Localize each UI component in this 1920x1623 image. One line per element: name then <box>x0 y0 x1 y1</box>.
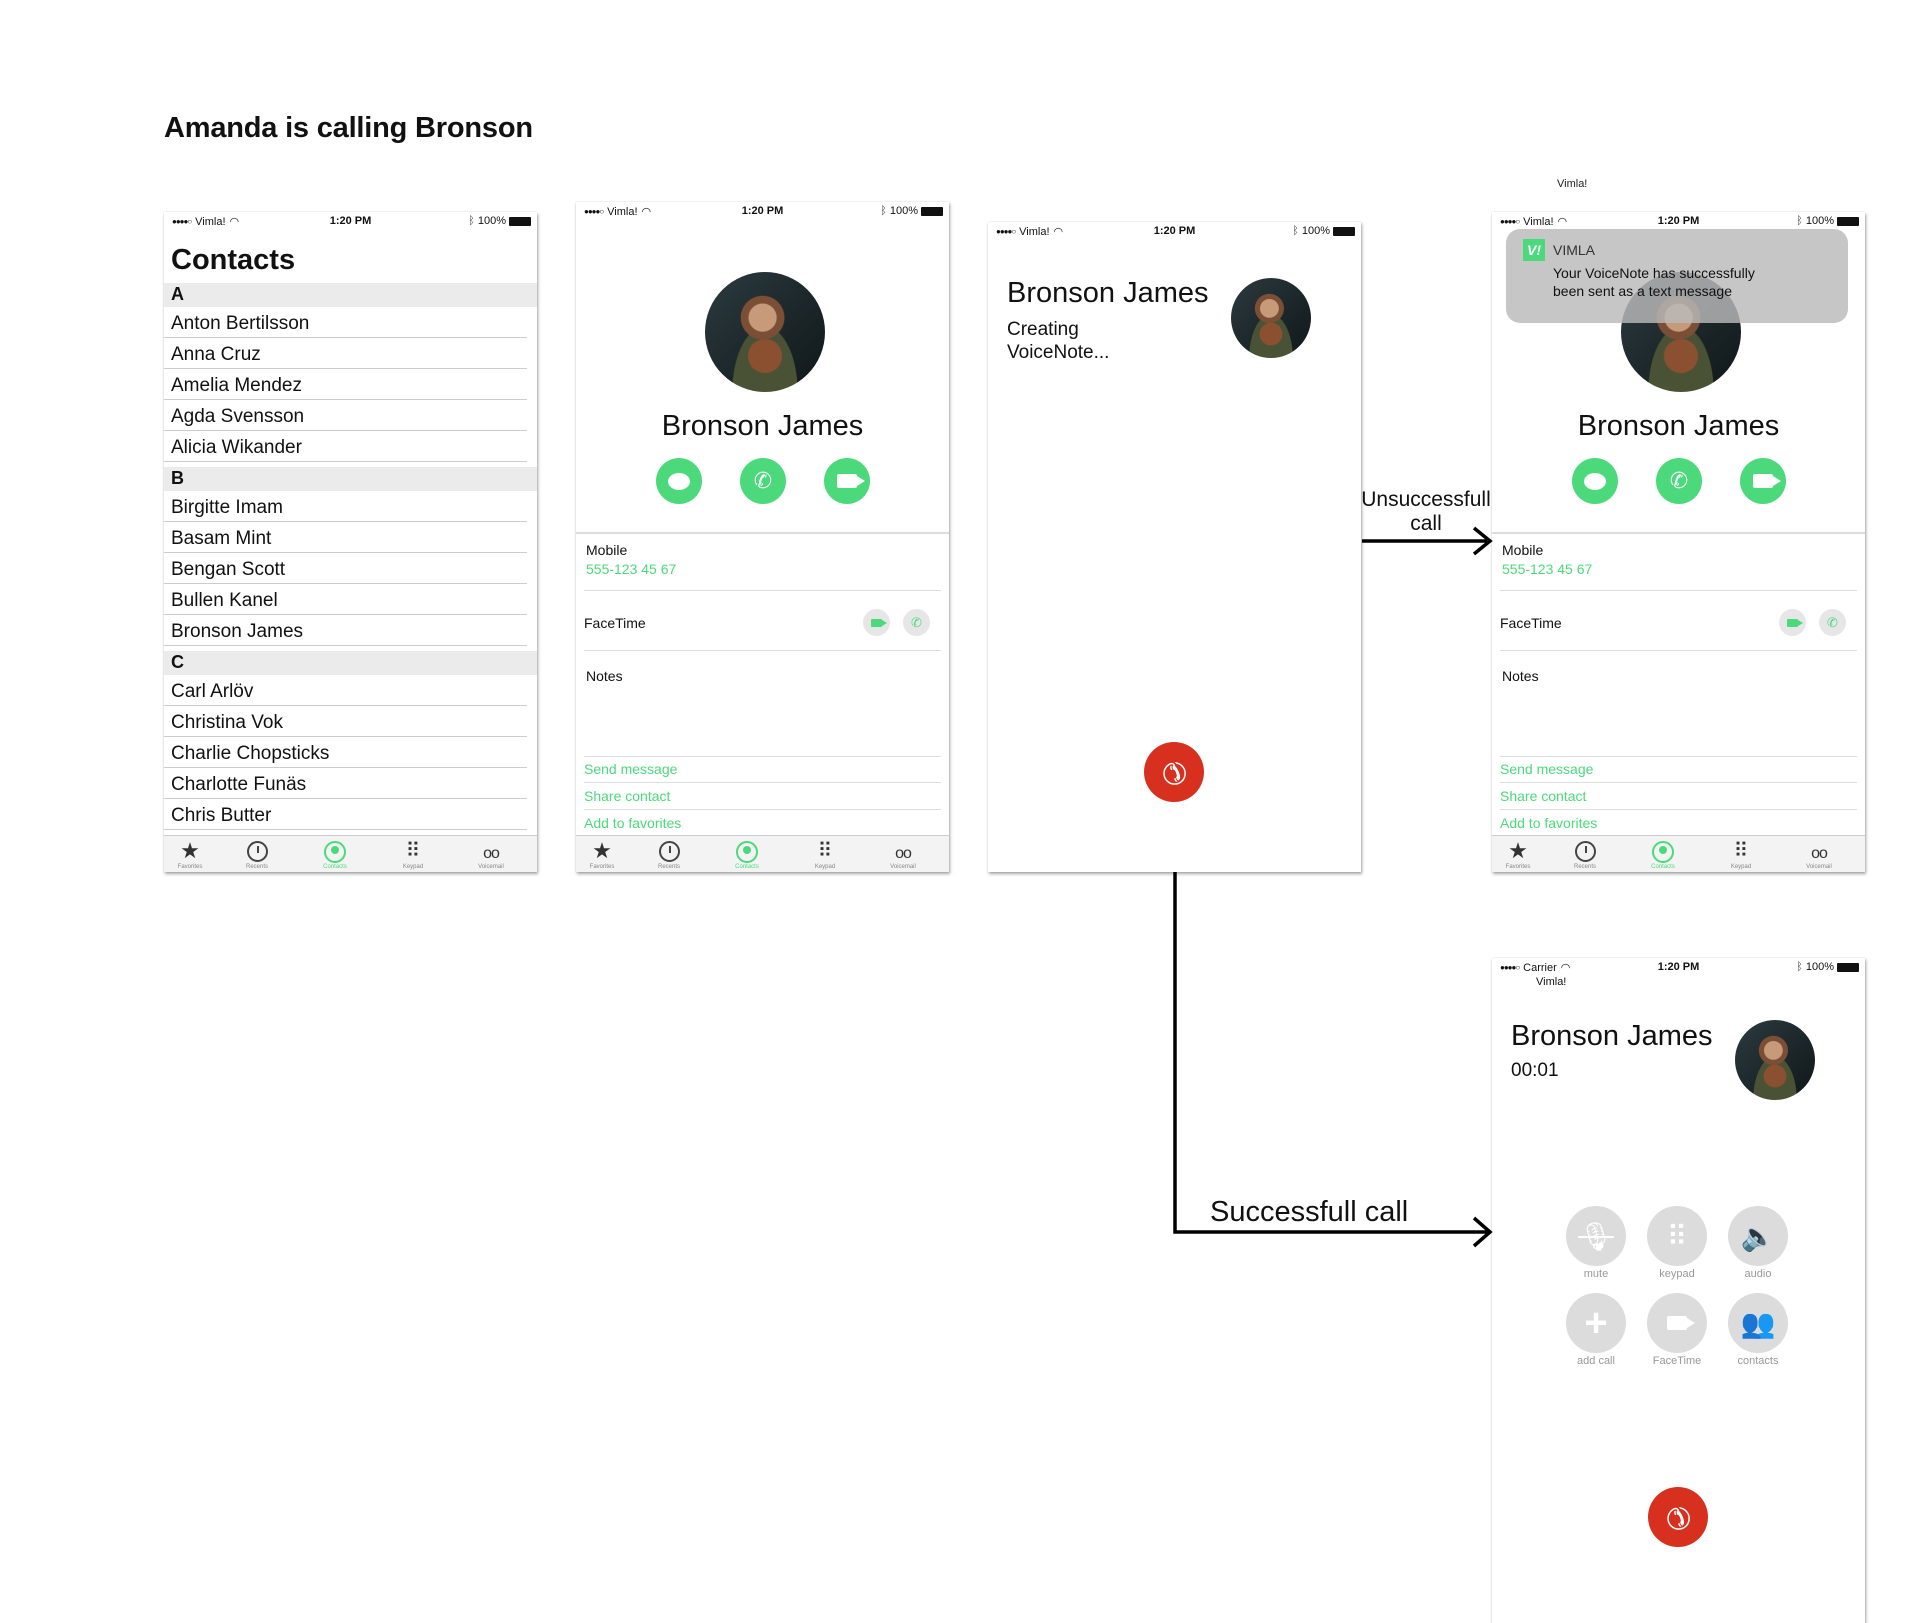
notification-app: VIMLA <box>1553 242 1596 258</box>
flow-canvas: Amanda is calling Bronson Vimla! ●●●●○ Vi… <box>0 0 1920 1623</box>
successful-arrow-line <box>1173 872 1490 1234</box>
vimla-logo: V! <box>1523 239 1545 261</box>
unsuccessful-call-label: Unsuccessfull call <box>1360 488 1492 536</box>
notification-message: Your VoiceNote has successfully been sent… <box>1553 264 1755 300</box>
notification-line1: Your VoiceNote has successfully <box>1553 265 1755 281</box>
notification-line2: been sent as a text message <box>1553 283 1732 299</box>
notification-banner[interactable]: V! VIMLA Your VoiceNote has successfully be… <box>1506 229 1848 323</box>
unsuccessful-label-line2: call <box>1410 512 1442 535</box>
successful-call-label: Successfull call <box>1210 1196 1409 1228</box>
unsuccessful-label-line1: Unsuccessfull <box>1361 488 1491 511</box>
